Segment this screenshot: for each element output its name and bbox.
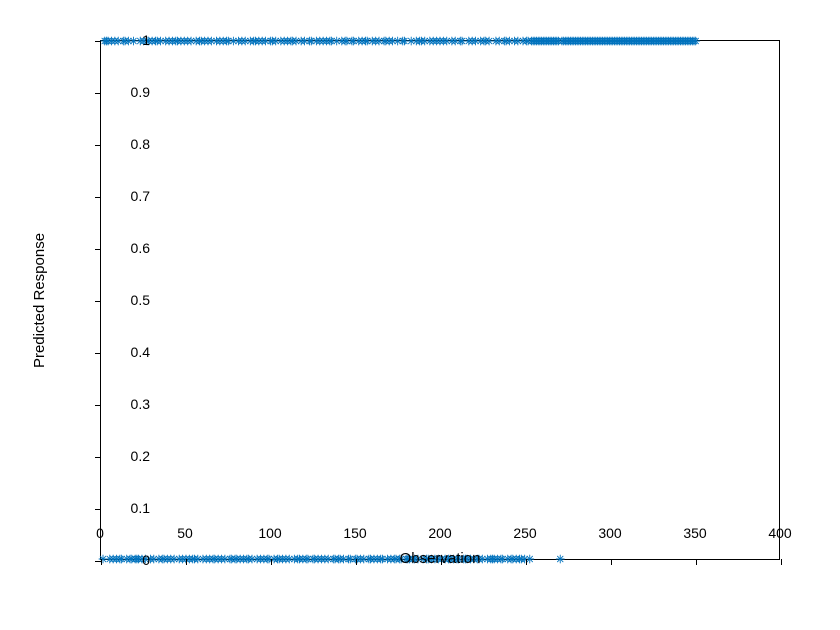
y-tick-label: 0 bbox=[110, 552, 150, 568]
y-tick bbox=[95, 197, 101, 198]
y-tick-label: 0.6 bbox=[110, 240, 150, 256]
x-tick-label: 50 bbox=[165, 525, 205, 541]
y-tick-label: 0.1 bbox=[110, 500, 150, 516]
y-tick-label: 0.2 bbox=[110, 448, 150, 464]
y-tick bbox=[95, 145, 101, 146]
y-tick bbox=[95, 509, 101, 510]
y-tick bbox=[95, 353, 101, 354]
y-tick bbox=[95, 41, 101, 42]
y-tick-label: 0.7 bbox=[110, 188, 150, 204]
x-tick-label: 300 bbox=[590, 525, 630, 541]
y-tick-label: 0.3 bbox=[110, 396, 150, 412]
x-tick-label: 200 bbox=[420, 525, 460, 541]
y-tick-label: 1 bbox=[110, 32, 150, 48]
data-point bbox=[692, 37, 700, 45]
figure: Observation Predicted Response 0 50 100 150… bbox=[0, 0, 840, 630]
axes bbox=[100, 40, 780, 560]
x-axis-label-text: Observation bbox=[400, 550, 481, 567]
y-tick-label: 0.4 bbox=[110, 344, 150, 360]
y-tick bbox=[95, 457, 101, 458]
y-tick bbox=[95, 249, 101, 250]
x-tick-label: 250 bbox=[505, 525, 545, 541]
y-tick-label: 0.5 bbox=[110, 292, 150, 308]
x-axis-label: Observation bbox=[100, 550, 780, 567]
x-tick-label: 400 bbox=[760, 525, 800, 541]
y-tick bbox=[95, 93, 101, 94]
y-tick bbox=[95, 301, 101, 302]
y-tick-label: 0.9 bbox=[110, 84, 150, 100]
y-tick bbox=[95, 405, 101, 406]
x-tick-label: 350 bbox=[675, 525, 715, 541]
x-tick bbox=[781, 559, 782, 565]
x-tick-label: 100 bbox=[250, 525, 290, 541]
y-tick-label: 0.8 bbox=[110, 136, 150, 152]
scatter-series bbox=[101, 41, 779, 559]
x-tick-label: 0 bbox=[80, 525, 120, 541]
y-axis-label: Predicted Response bbox=[30, 40, 50, 560]
x-tick-label: 150 bbox=[335, 525, 375, 541]
y-axis-label-text: Predicted Response bbox=[32, 232, 49, 367]
